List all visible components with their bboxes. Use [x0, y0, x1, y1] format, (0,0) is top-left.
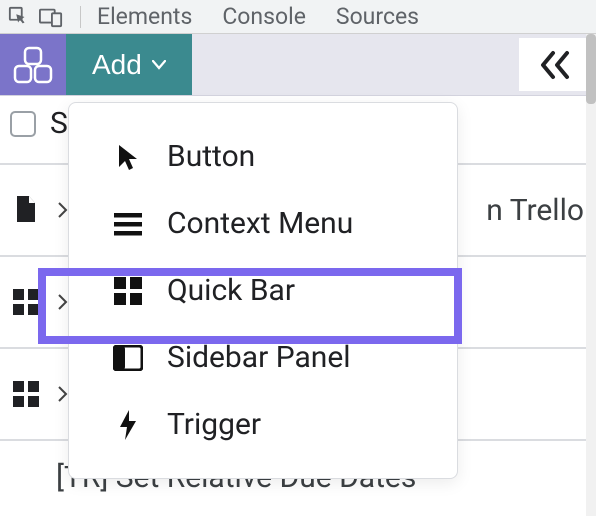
menu-item-context-menu[interactable]: Context Menu — [69, 190, 457, 257]
cursor-icon — [111, 140, 145, 174]
menu-item-label: Button — [167, 139, 255, 174]
menu-item-label: Quick Bar — [167, 273, 295, 308]
caret-right-icon — [58, 386, 68, 402]
app-toolbar: Add — [0, 34, 596, 96]
inspect-icon[interactable] — [6, 4, 32, 30]
menu-item-label: Trigger — [167, 407, 261, 442]
add-dropdown-menu: Button Context Menu Quick Bar — [68, 102, 458, 479]
collapse-button[interactable] — [519, 38, 593, 91]
row-text: n Trello — [486, 193, 584, 228]
grid-icon — [12, 289, 40, 315]
menu-item-trigger[interactable]: Trigger — [69, 391, 457, 458]
menu-item-quick-bar[interactable]: Quick Bar — [69, 257, 457, 324]
caret-right-icon — [58, 202, 68, 218]
bolt-icon — [111, 408, 145, 442]
grid-icon — [12, 381, 40, 407]
menu-item-button[interactable]: Button — [69, 123, 457, 190]
app-logo-tile[interactable] — [0, 34, 66, 95]
menu-item-label: Context Menu — [167, 206, 353, 241]
tab-sources[interactable]: Sources — [336, 3, 419, 30]
select-all-checkbox[interactable] — [10, 111, 36, 137]
sidebar-icon — [111, 341, 145, 375]
scrollbar-thumb[interactable] — [586, 34, 596, 104]
vertical-scrollbar[interactable] — [586, 34, 596, 516]
menu-item-label: Sidebar Panel — [167, 340, 351, 375]
hamburger-icon — [111, 207, 145, 241]
device-toggle-icon[interactable] — [38, 4, 64, 30]
grid-icon — [111, 274, 145, 308]
header-initial: S — [50, 106, 68, 141]
caret-right-icon — [58, 294, 68, 310]
menu-item-sidebar-panel[interactable]: Sidebar Panel — [69, 324, 457, 391]
devtools-tabs: Elements Console Sources — [97, 3, 419, 30]
tab-elements[interactable]: Elements — [97, 3, 192, 30]
divider — [80, 6, 81, 28]
devtools-bar: Elements Console Sources — [0, 0, 596, 34]
grid-logo-icon — [13, 45, 53, 85]
file-icon — [12, 196, 40, 224]
add-button-label: Add — [92, 49, 142, 81]
add-button[interactable]: Add — [66, 34, 192, 95]
caret-down-icon — [152, 60, 166, 70]
chevrons-left-icon — [539, 50, 573, 80]
tab-console[interactable]: Console — [222, 3, 306, 30]
